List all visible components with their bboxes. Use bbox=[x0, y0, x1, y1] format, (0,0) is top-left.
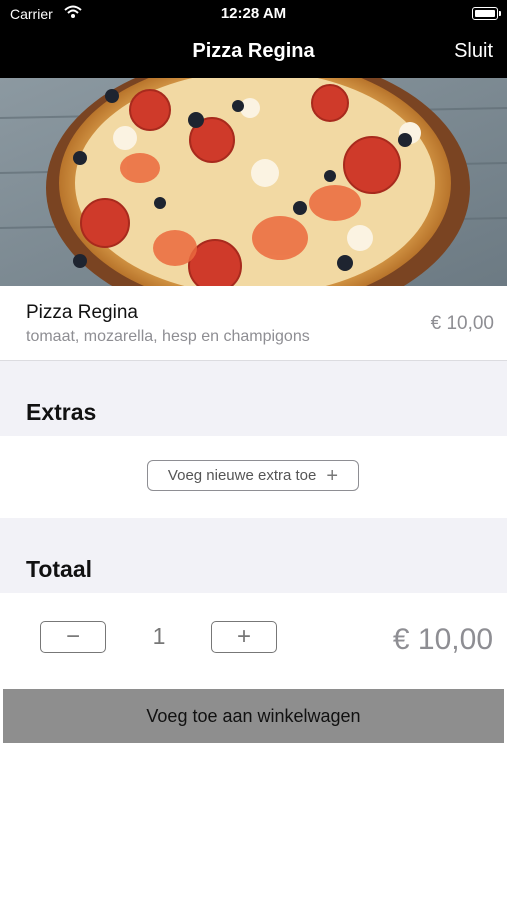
total-header: Totaal bbox=[0, 518, 507, 593]
pizza-image bbox=[0, 78, 507, 286]
total-price: € 10,00 bbox=[392, 623, 493, 656]
navigation-bar: Pizza Regina Sluit bbox=[0, 26, 507, 78]
quantity-value: 1 bbox=[152, 623, 166, 649]
add-extra-label: Voeg nieuwe extra toe bbox=[167, 467, 317, 484]
status-bar: Carrier 12:28 AM bbox=[0, 0, 507, 26]
total-section: − 1 + € 10,00 bbox=[0, 593, 507, 689]
extras-title: Extras bbox=[26, 399, 97, 425]
product-price: € 10,00 bbox=[430, 313, 494, 334]
add-extra-button[interactable]: Voeg nieuwe extra toe + bbox=[147, 460, 359, 491]
battery-icon bbox=[472, 7, 501, 20]
increment-button[interactable]: + bbox=[211, 621, 277, 653]
clock: 12:28 AM bbox=[220, 5, 287, 22]
extras-section: Voeg nieuwe extra toe + bbox=[0, 436, 507, 518]
close-button[interactable]: Sluit bbox=[454, 40, 493, 63]
nav-title: Pizza Regina bbox=[192, 40, 315, 62]
extras-header: Extras bbox=[0, 361, 507, 436]
product-name: Pizza Regina bbox=[26, 302, 138, 323]
product-description: tomaat, mozarella, hesp en champigons bbox=[26, 328, 310, 345]
plus-icon: + bbox=[326, 464, 339, 487]
total-title: Totaal bbox=[26, 556, 93, 582]
decrement-button[interactable]: − bbox=[40, 621, 106, 653]
product-row: Pizza Regina tomaat, mozarella, hesp en … bbox=[0, 286, 507, 361]
add-to-cart-button[interactable]: Voeg toe aan winkelwagen bbox=[3, 689, 504, 743]
